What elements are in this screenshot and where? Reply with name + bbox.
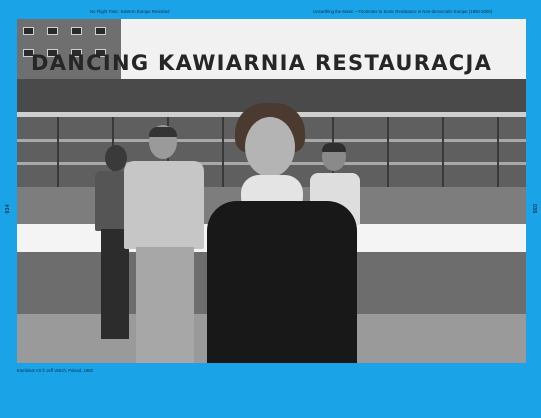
running-header-left: No Flight Tonic: Eastern Europe Revisite… bbox=[90, 9, 170, 14]
band-photograph: DANCING KAWIARNIA RESTAURACJA bbox=[17, 19, 526, 363]
rooftop-sign: DANCING KAWIARNIA RESTAURACJA bbox=[31, 51, 493, 75]
page-number-left: 034 bbox=[5, 204, 11, 214]
page-number-right: 035 bbox=[531, 204, 537, 214]
band-member-4 bbox=[207, 103, 357, 363]
running-header-right: Unearthing the Music – Footnotes to Soni… bbox=[313, 9, 493, 14]
band-member-2 bbox=[122, 125, 207, 363]
photo-caption: Kombinat VII © Jeff Vettch, Poland, 1983 bbox=[17, 368, 93, 373]
